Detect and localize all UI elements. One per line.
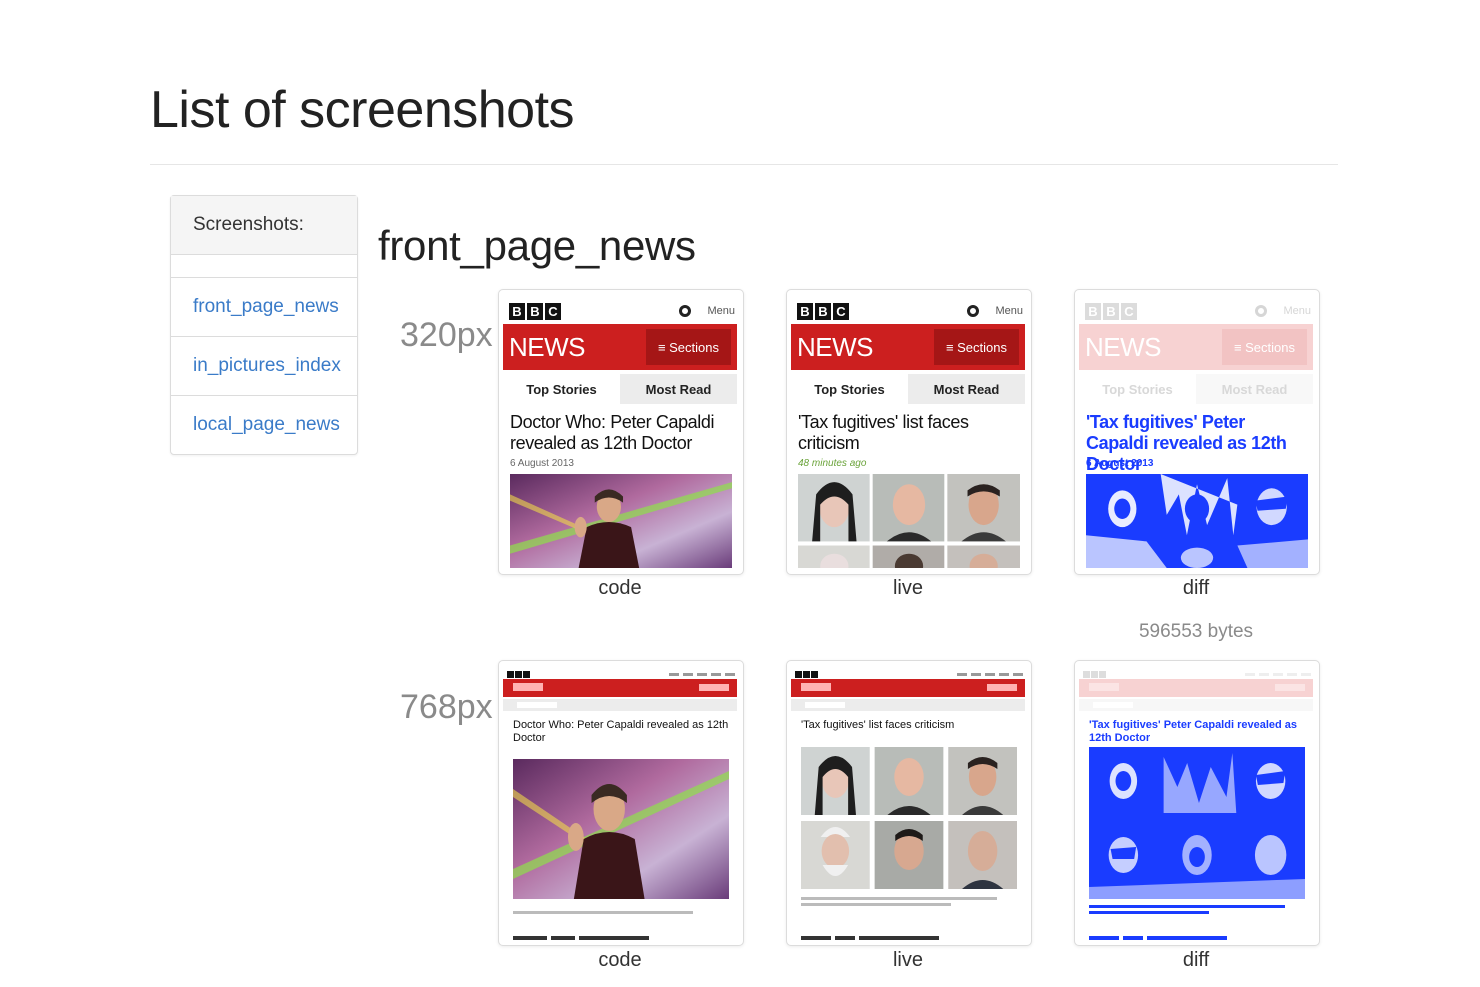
account-icon [967, 305, 980, 317]
mock-date: 6 August 2013 [510, 458, 574, 469]
tab-top-stories: Top Stories [503, 374, 620, 404]
caption-320-live: live [892, 577, 923, 599]
sidebar-link-in-pictures-index[interactable]: in_pictures_index [171, 337, 357, 396]
sidebar-spacer [171, 255, 357, 278]
sidebar-link-front-page-news[interactable]: front_page_news [171, 278, 357, 337]
sections-button: ≡ Sections [1221, 329, 1307, 365]
screenshot-320-diff[interactable]: BBC Menu NEWS ≡ Sections Top Stories Mos… [1074, 289, 1320, 575]
news-banner: NEWS ≡ Sections [503, 324, 737, 370]
mugshot-grid [801, 747, 1017, 889]
account-icon [679, 305, 692, 317]
mock-footer [1089, 935, 1305, 941]
news-banner [503, 679, 737, 697]
tab-most-read: Most Read [1196, 374, 1313, 404]
mock-headline: 'Tax fugitives' Peter Capaldi revealed a… [1089, 719, 1298, 744]
capaldi-photo [513, 759, 729, 899]
width-label-768: 768px [400, 688, 493, 726]
tab-most-read: Most Read [620, 374, 737, 404]
diff-overlay-image [1086, 474, 1308, 568]
mock-headline: 'Tax fugitives' list faces criticism [798, 412, 969, 453]
mock-timestamp: 48 minutes ago [798, 458, 867, 469]
mock-footer [513, 935, 729, 941]
screenshot-768-live[interactable]: 'Tax fugitives' list faces criticism [786, 660, 1032, 946]
screenshot-768-code[interactable]: Doctor Who: Peter Capaldi revealed as 12… [498, 660, 744, 946]
news-banner [791, 679, 1025, 697]
caption-320-diff: diff [1182, 577, 1210, 599]
mock-tabs: Top Stories Most Read [1079, 374, 1313, 404]
width-label-320: 320px [400, 316, 493, 354]
title-divider [150, 164, 1338, 165]
mugshot-grid [798, 474, 1020, 568]
mock-headline: Doctor Who: Peter Capaldi revealed as 12… [510, 412, 715, 453]
screenshot-320-live[interactable]: BBC Menu NEWS ≡ Sections Top Stories Mos… [786, 289, 1032, 575]
mock-header: BBC Menu [797, 298, 1023, 324]
news-wordmark: NEWS [797, 331, 874, 362]
mock-headline: Doctor Who: Peter Capaldi revealed as 12… [513, 719, 729, 744]
tab-most-read: Most Read [908, 374, 1025, 404]
tab-top-stories: Top Stories [1079, 374, 1196, 404]
bbc-logo: BBC [1085, 302, 1137, 320]
screenshot-320-code[interactable]: BBC Menu NEWS ≡ Sections Top Stories Mos… [498, 289, 744, 575]
news-banner: NEWS ≡ Sections [791, 324, 1025, 370]
sections-button: ≡ Sections [933, 329, 1019, 365]
sidebar-header: Screenshots: [171, 196, 357, 255]
screenshots-sidebar: Screenshots: front_page_news in_pictures… [170, 195, 358, 455]
news-wordmark: NEWS [1085, 331, 1162, 362]
sidebar-link-local-page-news[interactable]: local_page_news [171, 396, 357, 454]
bbc-logo: BBC [797, 302, 849, 320]
caption-768-diff: diff [1182, 949, 1210, 971]
screenshot-768-diff[interactable]: 'Tax fugitives' Peter Capaldi revealed a… [1074, 660, 1320, 946]
news-banner: NEWS ≡ Sections [1079, 324, 1313, 370]
sections-button: ≡ Sections [645, 329, 731, 365]
mock-tabs [791, 699, 1025, 711]
mock-tabs: Top Stories Most Read [791, 374, 1025, 404]
mock-footer [801, 935, 1017, 941]
section-title: front_page_news [378, 222, 696, 269]
mock-menu-label: Menu [707, 305, 735, 317]
tab-top-stories: Top Stories [791, 374, 908, 404]
mock-tabs: Top Stories Most Read [503, 374, 737, 404]
account-icon [1255, 305, 1268, 317]
caption-768-code: code [598, 949, 642, 971]
mock-menu-label: Menu [995, 305, 1023, 317]
page-title: List of screenshots [150, 81, 575, 139]
mock-header: BBC Menu [509, 298, 735, 324]
mock-headline: 'Tax fugitives' list faces criticism [801, 719, 955, 731]
mock-tabs [503, 699, 737, 711]
mock-date: 6 August 2013 [1086, 458, 1154, 469]
mock-menu-label: Menu [1283, 305, 1311, 317]
mock-header: BBC Menu [1085, 298, 1311, 324]
caption-320-code: code [598, 577, 642, 599]
bbc-logo: BBC [509, 302, 561, 320]
news-wordmark: NEWS [509, 331, 586, 362]
news-banner [1079, 679, 1313, 697]
mock-tabs [1079, 699, 1313, 711]
caption-768-live: live [892, 949, 923, 971]
capaldi-photo [510, 474, 732, 568]
diff-size-320: 596553 bytes [1138, 621, 1254, 642]
diff-overlay-image [1089, 747, 1305, 899]
